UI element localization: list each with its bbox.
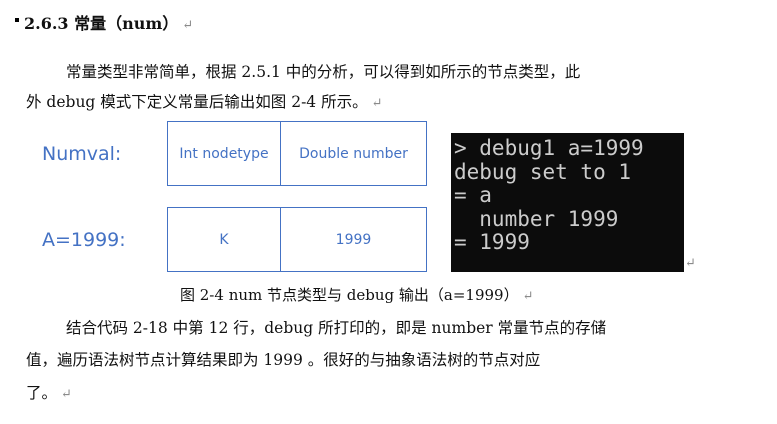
section-number: 2.6.3 <box>24 14 69 33</box>
box-1999-text: 1999 <box>335 231 372 248</box>
paragraph1-line2-text: 外 debug 模式下定义常量后输出如图 2-4 所示。 <box>26 93 368 111</box>
paragraph-mark-icon: ↵ <box>182 18 194 33</box>
diagram-label-a1999: A=1999: <box>42 229 126 251</box>
paragraph-mark-icon: ↵ <box>61 387 72 402</box>
paragraph-mark-icon: ↵ <box>371 96 383 111</box>
diagram-label-numval: Numval: <box>42 143 122 165</box>
box-double-number-text: Double number <box>299 145 408 162</box>
paragraph2-line3-text: 了。 <box>26 384 58 402</box>
terminal-output: > debug1 a=1999 debug set to 1 = a numbe… <box>451 133 684 272</box>
section-title: 常量（num） <box>74 14 179 33</box>
box-double-number: Double number <box>280 121 427 186</box>
terminal-line: = 1999 <box>454 230 530 254</box>
box-int-nodetype: Int nodetype <box>167 121 281 186</box>
figure-caption: 图 2-4 num 节点类型与 debug 输出（a=1999） ↵ <box>180 284 533 308</box>
paragraph2-line1: 结合代码 2-18 中第 12 行，debug 所打印的，即是 number 常… <box>66 319 607 337</box>
paragraph2-line2: 值，遍历语法树节点计算结果即为 1999 。很好的与抽象语法树的节点对应 <box>26 351 541 369</box>
box-k: K <box>167 207 281 272</box>
paragraph1-line1: 常量类型非常简单，根据 2.5.1 中的分析，可以得到如所示的节点类型，此 <box>66 63 581 81</box>
paragraph-mark-icon: ↵ <box>522 289 534 304</box>
box-int-nodetype-text: Int nodetype <box>179 145 269 162</box>
figure-caption-text: 图 2-4 num 节点类型与 debug 输出（a=1999） <box>180 286 519 304</box>
box-1999: 1999 <box>280 207 427 272</box>
terminal-line: number 1999 <box>454 206 619 231</box>
paragraph1-line2: 外 debug 模式下定义常量后输出如图 2-4 所示。 ↵ <box>26 90 383 116</box>
paragraph-mark-icon: ↵ <box>685 256 696 271</box>
heading-bullet <box>15 18 19 22</box>
terminal-line: > debug1 a=1999 <box>454 136 644 160</box>
box-k-text: K <box>219 231 229 248</box>
section-heading: 2.6.3 常量（num） ↵ <box>24 12 193 38</box>
terminal-line: = a <box>454 183 492 207</box>
terminal-line: debug set to 1 <box>454 159 632 184</box>
paragraph2-line3: 了。 ↵ <box>26 381 72 407</box>
